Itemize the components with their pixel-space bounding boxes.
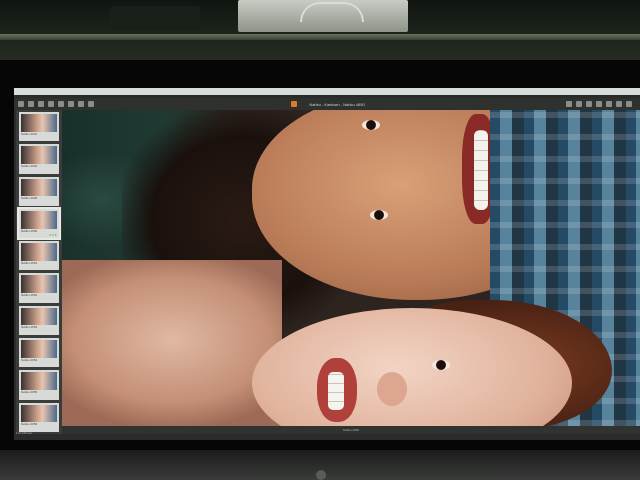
thumbnail-image [21,372,57,391]
status-bar: Nahku 4650 [62,426,640,434]
shelf-object [110,6,200,30]
photo-eye [370,210,388,220]
app-window: Nahku - Kaeburn - Nahku 4650 Nahku 4641 … [14,88,640,440]
inspector-icon[interactable] [626,101,632,107]
filmstrip-thumbnail[interactable]: Nahku 4651 [19,241,59,271]
undo-icon[interactable] [78,101,84,107]
menu-bar [14,88,640,95]
thumbnail-caption: Nahku 4643 [21,164,38,168]
room-background [0,0,640,62]
thumbnail-rating: ★★★ [48,233,57,238]
filmstrip: Nahku 4641 Nahku 4643 Nahku 4645 Nahku 4… [16,110,62,434]
import-icon[interactable] [18,101,24,107]
filmstrip-thumbnail[interactable]: Nahku 4641 [19,112,59,142]
window-title: Nahku - Kaeburn - Nahku 4650 [309,101,365,107]
thumbnail-image [21,114,57,132]
thumbnail-caption: Nahku 4641 [21,131,38,136]
loupe-icon[interactable] [596,101,602,107]
filmstrip-thumbnail[interactable]: Nahku 4655 [19,370,59,400]
thumbnail-caption: Nahku 4652 [21,293,38,298]
thumbnail-caption: Nahku 4645 [21,196,38,201]
filmstrip-thumbnail[interactable]: Nahku 4645 [19,176,59,206]
thumbnail-image [21,340,57,358]
photo-teeth [328,372,344,410]
thumbnail-caption: Nahku 4656 [21,422,38,427]
status-selection-count: 1 of 120 sel. [16,431,33,435]
shelf-edge [0,34,640,40]
monitor-logo-icon [316,470,326,480]
thumbnail-image [21,307,57,326]
thumbnail-image [21,210,57,229]
filmstrip-thumbnail[interactable]: Nahku 4643 [19,144,59,174]
redo-icon[interactable] [88,101,94,107]
rotate-right-icon[interactable] [48,101,54,107]
photo-nose [377,372,407,406]
photo-shoulder [62,260,282,426]
rotate-left-icon[interactable] [38,101,44,107]
image-viewer[interactable] [62,110,640,426]
adjust-icon[interactable] [68,101,74,107]
thumbnail-caption: Nahku 4651 [21,260,38,265]
thumbnail-image [21,243,57,261]
browser-view-icon[interactable] [576,101,582,107]
toolbar: Nahku - Kaeburn - Nahku 4650 [14,98,640,110]
thumbnail-image [21,146,57,164]
thumbnail-image [21,275,57,294]
shelf-cable [300,2,364,22]
export-icon[interactable] [28,101,34,107]
thumbnail-caption: Nahku 4654 [21,357,38,362]
filmstrip-thumbnail[interactable]: Nahku 4654 [19,338,59,368]
viewer-view-icon[interactable] [586,101,592,107]
crop-icon[interactable] [58,101,64,107]
status-image-name: Nahku 4650 [342,428,360,432]
filmstrip-thumbnail[interactable]: Nahku 4652 [19,273,59,303]
filmstrip-thumbnail-selected[interactable]: Nahku 4650 ★★★ [17,206,61,241]
photo-eye [432,360,450,370]
status-icon [291,101,298,107]
photo-teeth [474,130,488,210]
compare-icon[interactable] [606,101,612,107]
info-icon[interactable] [616,101,622,107]
photo-eye [362,120,380,130]
thumbnail-image [21,178,57,197]
filmstrip-thumbnail[interactable]: Nahku 4656 [19,402,59,432]
thumbnail-image [21,404,57,423]
grid-view-icon[interactable] [566,101,572,107]
thumbnail-caption: Nahku 4653 [21,325,38,330]
thumbnail-caption: Nahku 4655 [21,390,38,395]
filmstrip-thumbnail[interactable]: Nahku 4653 [19,305,59,336]
